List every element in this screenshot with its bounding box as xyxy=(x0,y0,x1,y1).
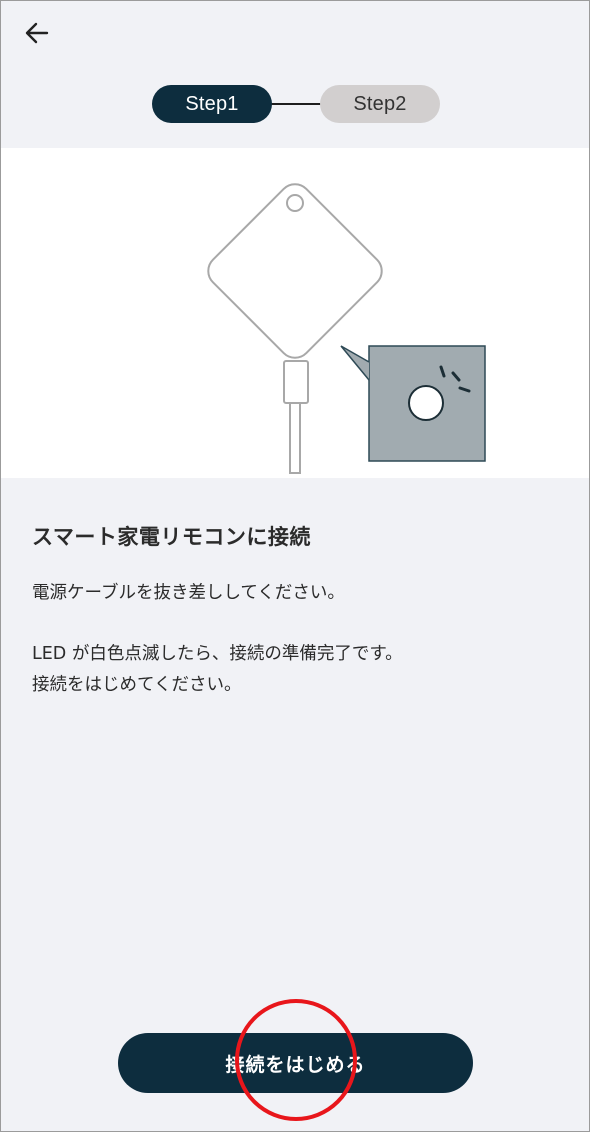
step-connector xyxy=(271,103,321,105)
step-2-indicator: Step2 xyxy=(320,85,440,123)
instruction-text-2-line2: 接続をはじめてください。 xyxy=(32,675,242,695)
instructions: スマート家電リモコンに接続 電源ケーブルを抜き差ししてください。 LED が白色… xyxy=(32,521,561,695)
power-cable-icon xyxy=(283,360,309,474)
instruction-text-1: 電源ケーブルを抜き差ししてください。 xyxy=(32,583,345,603)
start-connection-button[interactable]: 接続をはじめる xyxy=(118,1033,473,1093)
page-title: スマート家電リモコンに接続 xyxy=(32,525,311,549)
stepper: Step1 Step2 xyxy=(1,85,589,125)
screen: Step1 Step2 スマート家電リモコンに接続 電源ケーブルを抜き差ししてく… xyxy=(0,0,590,1132)
smart-remote-hub-icon xyxy=(207,183,383,359)
back-button[interactable] xyxy=(19,15,55,51)
instruction-text-2-line1: LED が白色点滅したら、接続の準備完了です。 xyxy=(32,644,403,664)
instruction-text-2: LED が白色点滅したら、接続の準備完了です。 接続をはじめてください。 xyxy=(32,639,403,701)
device-illustration xyxy=(1,148,589,478)
step-1-indicator: Step1 xyxy=(152,85,272,123)
led-callout xyxy=(340,345,486,462)
arrow-left-icon xyxy=(25,22,49,44)
